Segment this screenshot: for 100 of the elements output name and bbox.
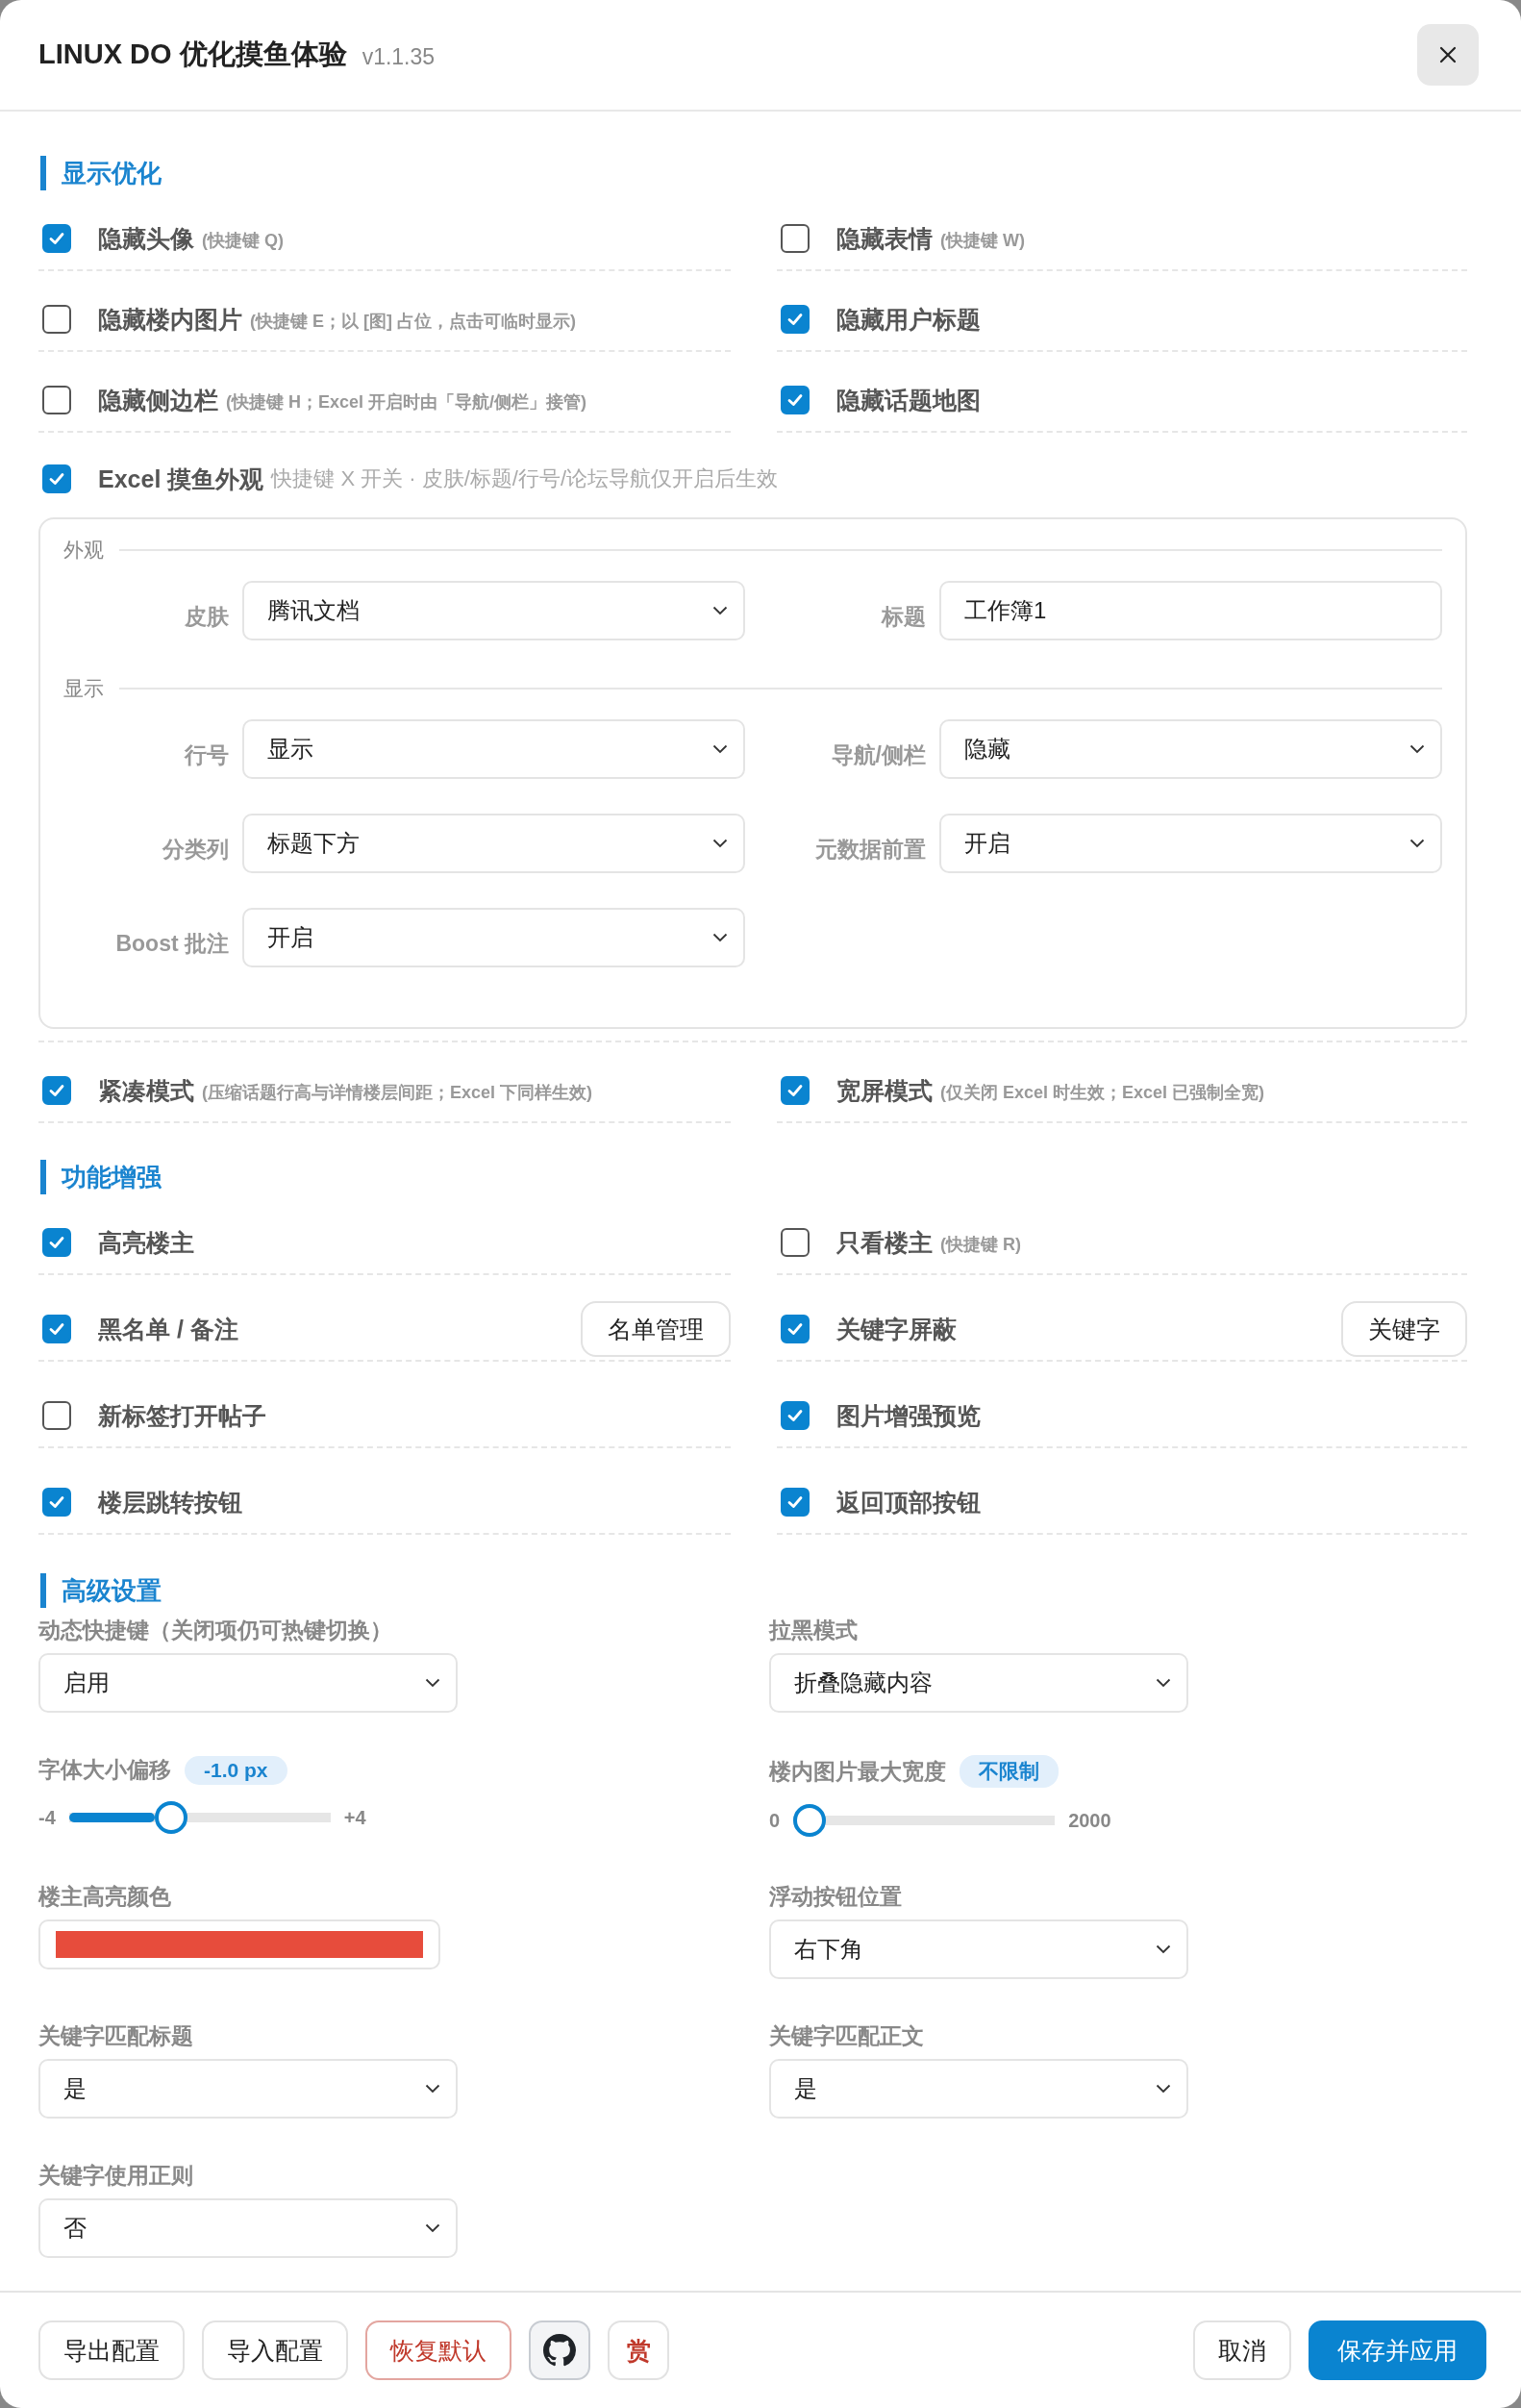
slider-max-label: 2000: [1068, 1809, 1111, 1832]
reward-button[interactable]: 赏: [608, 2320, 669, 2380]
field-label: 皮肤: [184, 602, 230, 631]
checkbox[interactable]: [42, 1076, 71, 1105]
option-hint: (快捷键 E；以 [图] 占位，点击可临时显示): [250, 310, 576, 333]
option-label: 高亮楼主: [98, 1227, 194, 1258]
field-label: 元数据前置: [814, 835, 927, 864]
option-hint: (快捷键 R): [940, 1233, 1021, 1256]
option-label: 关键字屏蔽: [836, 1314, 957, 1344]
select-field[interactable]: 开启: [242, 908, 745, 967]
option-label: 隐藏侧边栏: [98, 385, 218, 415]
checkbox[interactable]: [42, 1401, 71, 1430]
option-hint: (快捷键 Q): [202, 229, 284, 252]
github-button[interactable]: [529, 2320, 590, 2380]
chevron-icon: [425, 1678, 440, 1688]
checkbox[interactable]: [42, 1315, 71, 1343]
footer-button[interactable]: 导入配置: [202, 2320, 348, 2380]
select-field[interactable]: 启用: [38, 1653, 458, 1713]
checkbox[interactable]: [781, 1488, 810, 1517]
option-hint: (快捷键 H；Excel 开启时由「导航/侧栏」接管): [226, 390, 587, 414]
chevron-icon: [1156, 1944, 1171, 1954]
slider-thumb[interactable]: [793, 1804, 827, 1837]
select-field[interactable]: 否: [38, 2198, 458, 2258]
checkbox[interactable]: [42, 305, 71, 334]
option-label: 隐藏话题地图: [836, 385, 981, 415]
option-hint: (压缩话题行高与详情楼层间距；Excel 下同样生效): [202, 1081, 593, 1104]
github-icon: [543, 2334, 576, 2367]
cancel-button[interactable]: 取消: [1193, 2320, 1291, 2380]
checkbox[interactable]: [42, 386, 71, 414]
section-heading: 高级设置: [40, 1573, 1467, 1608]
option-label: 图片增强预览: [836, 1400, 981, 1431]
checkbox[interactable]: [42, 1488, 71, 1517]
section-heading: 显示优化: [40, 156, 1467, 190]
field-label: 行号: [183, 740, 230, 769]
field-label: Boost 批注: [114, 929, 230, 958]
option-label: Excel 摸鱼外观: [98, 464, 264, 494]
checkbox[interactable]: [781, 1315, 810, 1343]
checkbox[interactable]: [42, 224, 71, 253]
field-label: 动态快捷键（关闭项仍可热键切换）: [38, 1617, 392, 1644]
chevron-icon: [425, 2223, 440, 2233]
slider-thumb[interactable]: [155, 1801, 188, 1834]
checkbox[interactable]: [781, 305, 810, 334]
option-hint: 快捷键 X 开关 · 皮肤/标题/行号/论坛导航仅开启后生效: [271, 465, 779, 492]
option-label: 隐藏头像: [98, 223, 194, 254]
field-label: 关键字使用正则: [38, 2162, 193, 2190]
group-title: 显示: [63, 676, 104, 701]
value-badge: -1.0 px: [185, 1755, 287, 1785]
select-field[interactable]: 是: [38, 2059, 458, 2119]
save-button[interactable]: 保存并应用: [1309, 2320, 1486, 2380]
chevron-icon: [712, 606, 728, 615]
select-field[interactable]: 隐藏: [939, 719, 1442, 779]
checkbox[interactable]: [781, 1076, 810, 1105]
footer-button[interactable]: 恢复默认: [365, 2320, 511, 2380]
field-label: 关键字匹配正文: [769, 2022, 924, 2050]
color-picker[interactable]: [38, 1919, 440, 1969]
close-icon: [1439, 46, 1457, 63]
chevron-icon: [712, 839, 728, 848]
option-label: 隐藏用户标题: [836, 304, 981, 335]
select-field[interactable]: 标题下方: [242, 814, 745, 873]
option-label: 隐藏楼内图片: [98, 304, 242, 335]
checkbox[interactable]: [781, 386, 810, 414]
option-label: 只看楼主: [836, 1227, 933, 1258]
checkbox[interactable]: [781, 224, 810, 253]
option-label: 楼层跳转按钮: [98, 1487, 242, 1518]
field-label: 楼主高亮颜色: [38, 1883, 171, 1911]
chevron-icon: [712, 744, 728, 754]
field-label: 关键字匹配标题: [38, 2022, 193, 2050]
group-title: 外观: [63, 538, 104, 563]
option-label: 紧凑模式: [98, 1075, 194, 1106]
footer-button[interactable]: 导出配置: [38, 2320, 185, 2380]
checkbox[interactable]: [42, 464, 71, 493]
select-field[interactable]: 是: [769, 2059, 1188, 2119]
value-badge: 不限制: [960, 1755, 1059, 1788]
select-field[interactable]: 右下角: [769, 1919, 1188, 1979]
checkbox[interactable]: [42, 1228, 71, 1257]
field-label: 浮动按钮位置: [769, 1883, 902, 1911]
checkbox[interactable]: [781, 1228, 810, 1257]
checkbox[interactable]: [781, 1401, 810, 1430]
chevron-icon: [712, 933, 728, 942]
option-label: 新标签打开帖子: [98, 1400, 266, 1431]
manage-button[interactable]: 关键字: [1341, 1301, 1467, 1357]
field-label: 字体大小偏移: [38, 1756, 171, 1784]
select-field[interactable]: 腾讯文档: [242, 581, 745, 640]
slider-min-label: 0: [769, 1809, 781, 1832]
manage-button[interactable]: 名单管理: [581, 1301, 731, 1357]
input-field[interactable]: 工作簿1: [939, 581, 1442, 640]
chevron-icon: [1409, 839, 1425, 848]
field-label: 标题: [880, 602, 927, 631]
select-field[interactable]: 折叠隐藏内容: [769, 1653, 1188, 1713]
chevron-icon: [1156, 1678, 1171, 1688]
select-field[interactable]: 开启: [939, 814, 1442, 873]
chevron-icon: [1156, 2084, 1171, 2094]
option-hint: (快捷键 W): [940, 229, 1025, 252]
version-label: v1.1.35: [362, 43, 436, 70]
option-label: 隐藏表情: [836, 223, 933, 254]
select-field[interactable]: 显示: [242, 719, 745, 779]
chevron-icon: [1409, 744, 1425, 754]
chevron-icon: [425, 2084, 440, 2094]
slider-min-label: -4: [38, 1806, 56, 1829]
close-button[interactable]: [1417, 24, 1479, 86]
